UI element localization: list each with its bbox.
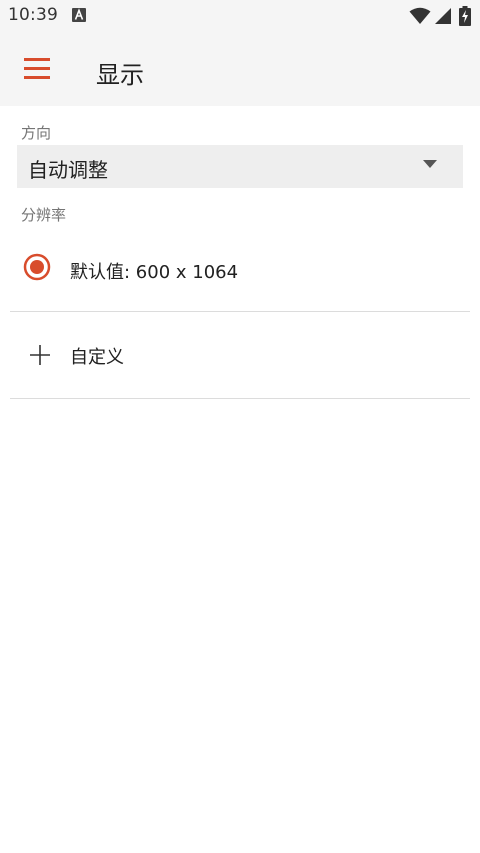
a-notification-icon xyxy=(72,8,86,22)
status-bar: 10:39 xyxy=(0,0,480,33)
divider xyxy=(10,398,470,399)
plus-icon xyxy=(30,345,50,365)
resolution-option-label: 默认值: 600 x 1064 xyxy=(70,262,239,283)
menu-button[interactable] xyxy=(22,54,52,84)
divider xyxy=(10,311,470,312)
signal-icon xyxy=(435,8,451,24)
dropdown-arrow-icon xyxy=(423,160,437,168)
battery-charging-icon xyxy=(459,6,471,26)
resolution-label: 分辨率 xyxy=(21,206,67,224)
status-time: 10:39 xyxy=(8,5,58,25)
orientation-dropdown[interactable]: 自动调整 xyxy=(17,145,463,188)
page-title: 显示 xyxy=(96,61,144,89)
add-custom-resolution-button[interactable]: 自定义 xyxy=(10,313,470,397)
wifi-icon xyxy=(409,7,431,24)
custom-resolution-label: 自定义 xyxy=(70,347,124,368)
display-settings-screen: { "status_bar": { "time": "10:39", "icon… xyxy=(0,0,480,853)
orientation-label: 方向 xyxy=(21,124,52,142)
radio-selected-icon[interactable] xyxy=(22,252,52,282)
app-bar: 显示 xyxy=(0,33,480,106)
orientation-selected-value: 自动调整 xyxy=(28,158,108,182)
resolution-option-default[interactable]: 默认值: 600 x 1064 xyxy=(10,230,470,310)
